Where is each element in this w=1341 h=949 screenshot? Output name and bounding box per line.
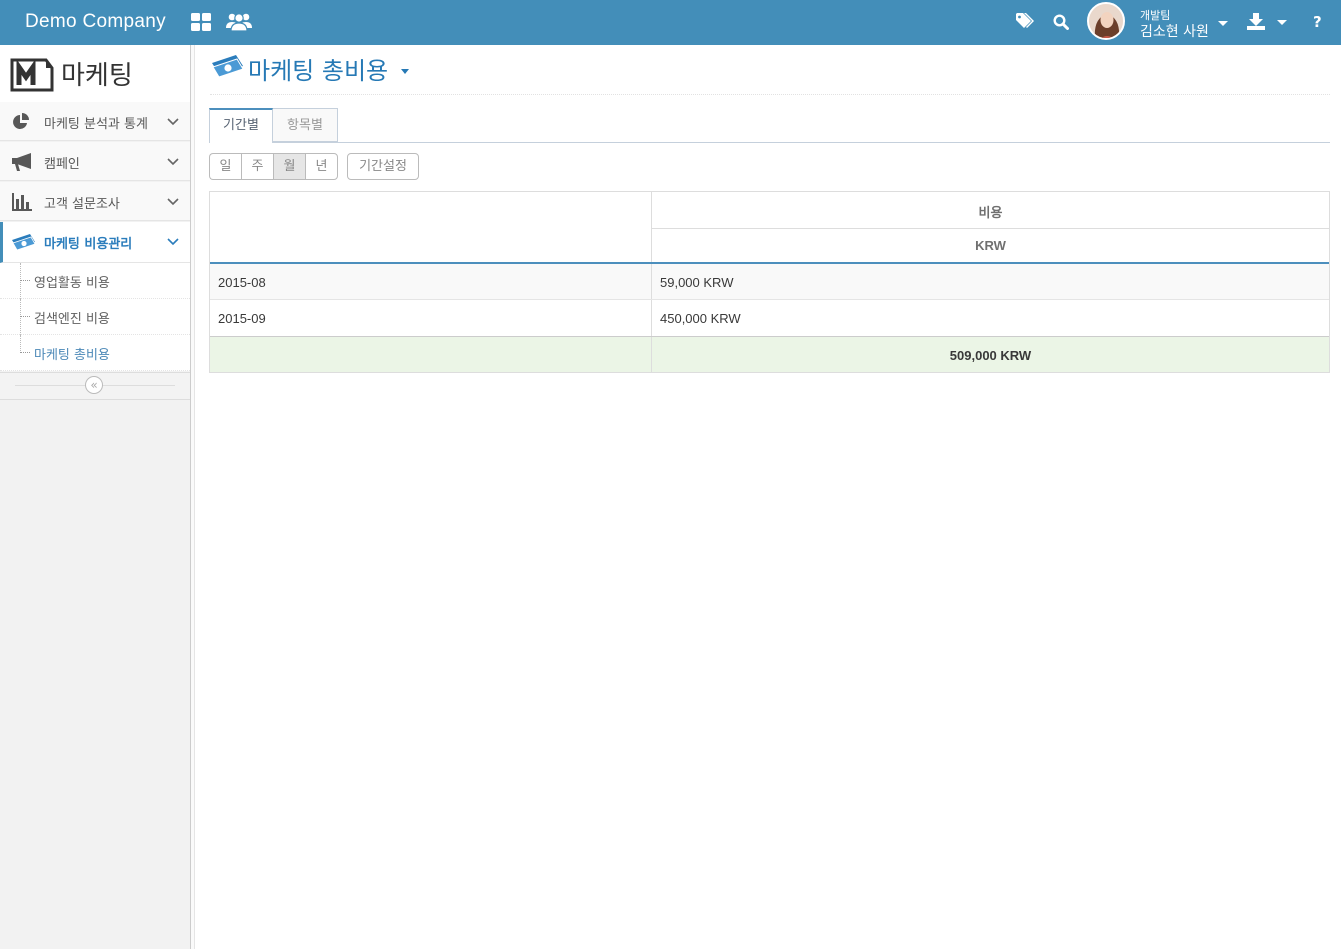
chevron-down-icon: [167, 155, 179, 170]
table-header: 비용 KRW: [210, 192, 1329, 264]
total-empty-cell: [210, 337, 652, 372]
tree-line: [20, 335, 21, 353]
submenu-item-label: 마케팅 총비용: [34, 348, 110, 363]
money-icon: [212, 55, 244, 81]
sidebar-edge: [191, 45, 195, 949]
tree-dash: [20, 352, 30, 353]
bar-chart-icon: [12, 193, 32, 215]
sidebar-item-survey[interactable]: 고객 설문조사: [0, 182, 190, 221]
sidebar: 마케팅 마케팅 분석과 통계 캠페인 고객 설문조사 마케팅 비용관리 영업활동…: [0, 45, 191, 949]
period-week-button[interactable]: 주: [241, 153, 273, 180]
submenu: 영업활동 비용 검색엔진 비용 마케팅 총비용: [0, 263, 190, 371]
total-amount: 509,000 KRW: [949, 348, 1032, 363]
period-setting-button[interactable]: 기간설정: [347, 153, 419, 180]
user-name: 김소현 사원: [1140, 24, 1209, 40]
header-right: 비용 KRW: [652, 192, 1329, 262]
row-period: 2015-08: [218, 275, 266, 290]
download-caret-icon[interactable]: [1277, 20, 1287, 25]
table-total-row: 509,000 KRW: [210, 336, 1329, 372]
table-row: 2015-08 59,000 KRW: [210, 264, 1329, 300]
period-month-button[interactable]: 월: [273, 153, 305, 180]
row-amount: 450,000 KRW: [660, 311, 741, 326]
header-currency: KRW: [975, 238, 1006, 253]
sidebar-item-analytics[interactable]: 마케팅 분석과 통계: [0, 102, 190, 141]
sidebar-item-label: 마케팅 비용관리: [44, 237, 133, 252]
page-header: 마케팅 총비용: [210, 45, 1330, 95]
page-title[interactable]: 마케팅 총비용: [248, 51, 388, 86]
download-icon[interactable]: [1247, 13, 1265, 34]
period-button-group: 일 주 월 년: [209, 153, 338, 180]
sidebar-item-campaign[interactable]: 캠페인: [0, 142, 190, 181]
bullhorn-icon: [12, 153, 34, 175]
table-row: 2015-09 450,000 KRW: [210, 300, 1329, 336]
tab-by-period[interactable]: 기간별: [209, 108, 273, 143]
title-dropdown-icon[interactable]: [401, 69, 409, 74]
period-year-button[interactable]: 년: [305, 153, 338, 180]
period-cell: 2015-09: [210, 300, 652, 336]
tree-dash: [20, 280, 30, 281]
tab-by-item[interactable]: 항목별: [273, 108, 338, 142]
users-icon[interactable]: [226, 12, 252, 36]
sidebar-item-label: 고객 설문조사: [44, 197, 120, 212]
marketing-logo-icon: [10, 58, 54, 96]
chevron-down-icon: [167, 195, 179, 210]
sidebar-collapse-bar: «: [0, 372, 190, 400]
tree-line: [20, 263, 21, 299]
submenu-item-label: 검색엔진 비용: [34, 312, 110, 327]
tree-line: [20, 299, 21, 335]
collapse-sidebar-icon[interactable]: «: [85, 376, 103, 394]
submenu-item-sales-cost[interactable]: 영업활동 비용: [0, 263, 190, 299]
header-empty-cell: [210, 192, 652, 262]
submenu-item-label: 영업활동 비용: [34, 276, 110, 291]
brand-name[interactable]: Demo Company: [25, 11, 166, 33]
amount-cell: 450,000 KRW: [652, 300, 1329, 336]
chevron-down-icon: [167, 115, 179, 130]
tags-icon[interactable]: [1016, 13, 1036, 34]
sidebar-header: 마케팅: [0, 45, 190, 103]
tabs-divider: [209, 142, 1330, 143]
amount-cell: 59,000 KRW: [652, 264, 1329, 299]
period-day-button[interactable]: 일: [209, 153, 241, 180]
cost-table: 비용 KRW 2015-08 59,000 KRW 2015-09 450,00…: [209, 191, 1330, 373]
chevron-down-icon: [167, 235, 179, 250]
pie-chart-icon: [12, 113, 31, 135]
total-cell: 509,000 KRW: [652, 337, 1329, 372]
tree-dash: [20, 316, 30, 317]
header-group-cell: 비용: [652, 192, 1329, 229]
help-icon[interactable]: ?: [1313, 13, 1322, 31]
submenu-item-search-engine-cost[interactable]: 검색엔진 비용: [0, 299, 190, 335]
sidebar-title: 마케팅: [61, 61, 133, 91]
header-cost: 비용: [978, 206, 1003, 221]
submenu-item-total-cost[interactable]: 마케팅 총비용: [0, 335, 190, 371]
sidebar-item-label: 캠페인: [44, 157, 80, 172]
sidebar-item-cost-management[interactable]: 마케팅 비용관리: [0, 222, 190, 263]
money-icon: [12, 234, 36, 254]
avatar: [1087, 2, 1125, 40]
row-period: 2015-09: [218, 311, 266, 326]
grid-icon[interactable]: [191, 13, 211, 36]
top-navbar: Demo Company 개발팀 김소현 사원 ?: [0, 0, 1341, 45]
period-cell: 2015-08: [210, 264, 652, 299]
search-icon[interactable]: [1053, 14, 1069, 34]
sidebar-item-label: 마케팅 분석과 통계: [44, 117, 148, 132]
row-amount: 59,000 KRW: [660, 275, 734, 290]
chevron-down-icon: [1218, 21, 1228, 26]
